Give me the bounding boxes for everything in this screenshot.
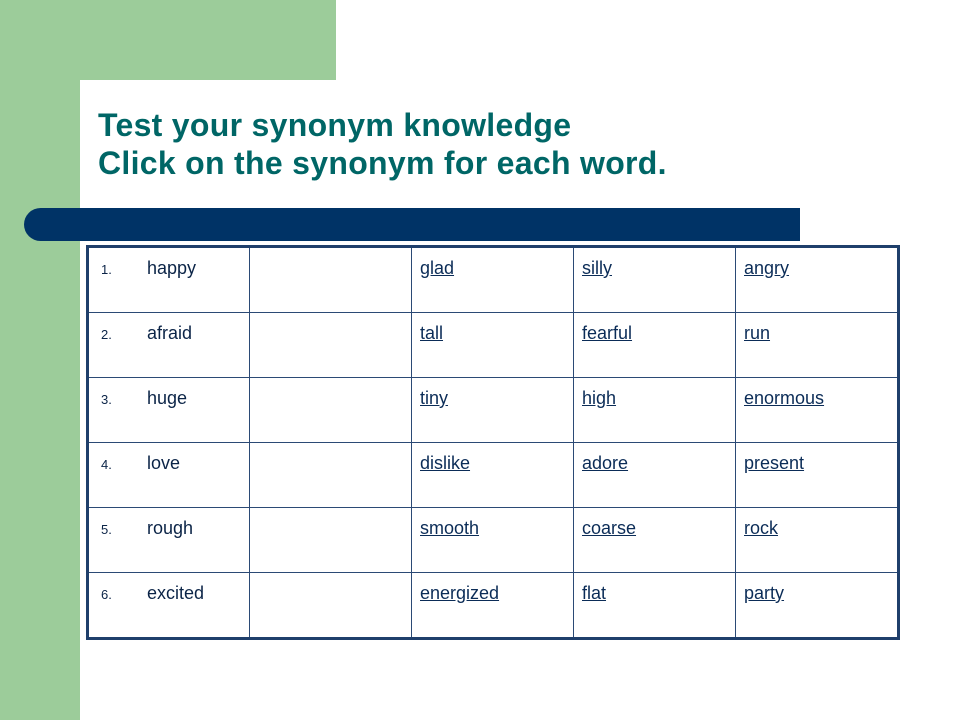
item-number: 3. <box>101 392 112 407</box>
option-cell: rock <box>735 507 899 573</box>
blank-cell <box>249 507 412 573</box>
slide-title: Test your synonym knowledge Click on the… <box>98 106 667 182</box>
item-number: 1. <box>101 262 112 277</box>
quiz-word: afraid <box>147 323 193 343</box>
word-cell: 1. happy <box>87 246 250 313</box>
item-number: 2. <box>101 327 112 342</box>
quiz-word: excited <box>147 583 205 603</box>
option-cell: smooth <box>411 507 574 573</box>
option-cell: coarse <box>573 507 736 573</box>
option-cell: flat <box>573 572 736 639</box>
option-cell: tiny <box>411 377 574 443</box>
word-cell: 4. love <box>87 442 250 508</box>
option-cell: fearful <box>573 312 736 378</box>
option-cell: dislike <box>411 442 574 508</box>
item-number: 4. <box>101 457 112 472</box>
option-cell: run <box>735 312 899 378</box>
option-cell: glad <box>411 246 574 313</box>
synonym-quiz-table: 1. happy glad silly angry 2. afraid tall f… <box>86 245 900 640</box>
quiz-word: huge <box>147 388 188 408</box>
word-cell: 6. excited <box>87 572 250 639</box>
table-row: 2. afraid tall fearful run <box>87 312 899 378</box>
item-number: 6. <box>101 587 112 602</box>
synonym-option-link[interactable]: present <box>744 453 804 473</box>
blank-cell <box>249 572 412 639</box>
word-cell: 3. huge <box>87 377 250 443</box>
synonym-option-link[interactable]: coarse <box>582 518 636 538</box>
synonym-option-link[interactable]: silly <box>582 258 612 278</box>
title-line-2: Click on the synonym for each word. <box>98 145 667 181</box>
table-row: 6. excited energized flat party <box>87 572 899 639</box>
option-cell: enormous <box>735 377 899 443</box>
item-number: 5. <box>101 522 112 537</box>
synonym-option-link[interactable]: angry <box>744 258 789 278</box>
option-cell: angry <box>735 246 899 313</box>
blank-cell <box>249 377 412 443</box>
blank-cell <box>249 312 412 378</box>
synonym-option-link[interactable]: tiny <box>420 388 448 408</box>
quiz-word: rough <box>147 518 194 538</box>
synonym-option-link[interactable]: dislike <box>420 453 470 473</box>
synonym-option-link[interactable]: high <box>582 388 616 408</box>
synonym-option-link[interactable]: run <box>744 323 770 343</box>
blank-cell <box>249 442 412 508</box>
table-row: 4. love dislike adore present <box>87 442 899 508</box>
decorative-navy-bar <box>24 208 800 241</box>
option-cell: party <box>735 572 899 639</box>
quiz-word: love <box>147 453 181 473</box>
quiz-word: happy <box>147 258 197 278</box>
synonym-option-link[interactable]: glad <box>420 258 454 278</box>
table-row: 3. huge tiny high enormous <box>87 377 899 443</box>
option-cell: adore <box>573 442 736 508</box>
synonym-option-link[interactable]: adore <box>582 453 628 473</box>
synonym-option-link[interactable]: party <box>744 583 784 603</box>
synonym-option-link[interactable]: smooth <box>420 518 479 538</box>
word-cell: 5. rough <box>87 507 250 573</box>
option-cell: present <box>735 442 899 508</box>
synonym-option-link[interactable]: flat <box>582 583 606 603</box>
synonym-option-link[interactable]: rock <box>744 518 778 538</box>
synonym-option-link[interactable]: tall <box>420 323 443 343</box>
synonym-option-link[interactable]: fearful <box>582 323 632 343</box>
table-row: 5. rough smooth coarse rock <box>87 507 899 573</box>
word-cell: 2. afraid <box>87 312 250 378</box>
option-cell: silly <box>573 246 736 313</box>
decorative-green-top-block <box>0 0 336 80</box>
option-cell: tall <box>411 312 574 378</box>
synonym-option-link[interactable]: enormous <box>744 388 824 408</box>
option-cell: energized <box>411 572 574 639</box>
table-row: 1. happy glad silly angry <box>87 246 899 313</box>
title-line-1: Test your synonym knowledge <box>98 107 572 143</box>
option-cell: high <box>573 377 736 443</box>
decorative-green-sidebar <box>0 0 80 720</box>
synonym-option-link[interactable]: energized <box>420 583 499 603</box>
blank-cell <box>249 246 412 313</box>
